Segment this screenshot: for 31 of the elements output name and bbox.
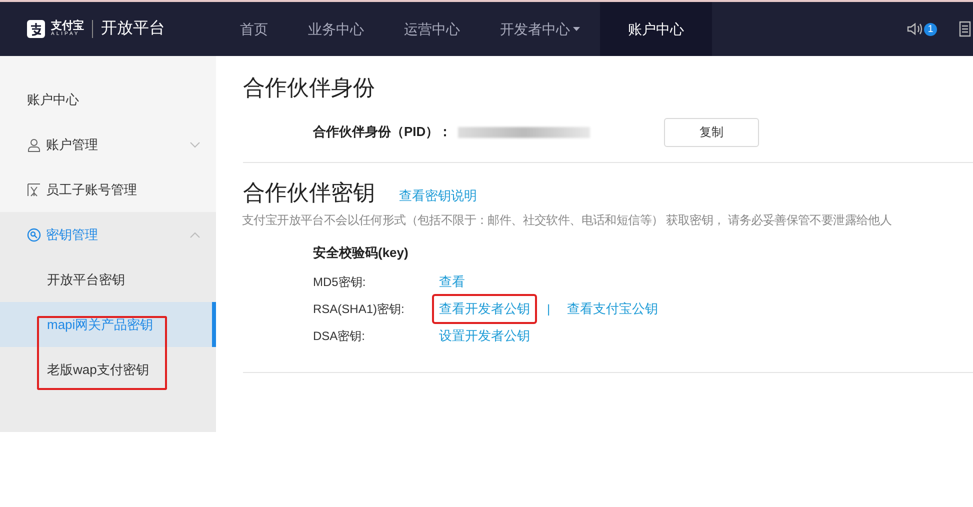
- nav-tab[interactable]: 开发者中心: [480, 2, 600, 56]
- nav-tab[interactable]: 账户中心: [600, 2, 712, 56]
- copy-button[interactable]: 复制: [664, 118, 759, 146]
- key-type-label: RSA(SHA1)密钥:: [313, 301, 406, 318]
- sidebar-submenu-item[interactable]: 老版wap支付密钥: [0, 347, 216, 392]
- alipay-logo-icon: [27, 20, 45, 38]
- platform-title: 开放平台: [101, 19, 165, 39]
- security-notice: 支付宝开放平台不会以任何形式（包括不限于：邮件、社交软件、电话和短信等） 获取密钥， 请务必妥善保管不要泄露给他人: [242, 212, 893, 229]
- subsection-title: 安全校验码(key): [313, 244, 410, 262]
- sidebar-title: 账户中心: [27, 91, 79, 110]
- chevron-up-icon: [190, 232, 200, 238]
- field-label: 合作伙伴身份（PID）：: [313, 123, 453, 142]
- key-type-label: DSA密钥:: [313, 328, 366, 345]
- link-separator: |: [547, 301, 550, 318]
- section-heading: 合作伙伴身份: [243, 74, 376, 102]
- nav-tab[interactable]: 业务中心: [288, 2, 384, 56]
- speaker-icon[interactable]: [907, 22, 923, 36]
- sidebar-submenu-item[interactable]: 开放平台密钥: [0, 257, 216, 302]
- chevron-down-icon: [190, 142, 200, 148]
- logo-text: 支付宝: [51, 21, 84, 32]
- section-heading: 合作伙伴密钥: [243, 179, 375, 207]
- nav-tab[interactable]: 首页: [220, 2, 288, 56]
- key-type-label: MD5密钥:: [313, 274, 367, 291]
- user-icon: [27, 138, 41, 152]
- sidebar-menu-item[interactable]: 员工子账号管理: [0, 167, 216, 212]
- notification-badge: 1: [924, 22, 937, 36]
- nav-tab[interactable]: 运营中心: [384, 2, 480, 56]
- staff-icon: [27, 182, 41, 196]
- document-icon[interactable]: [959, 21, 971, 37]
- sidebar-menu-item[interactable]: 账户管理: [0, 122, 216, 167]
- key-icon: [27, 228, 41, 242]
